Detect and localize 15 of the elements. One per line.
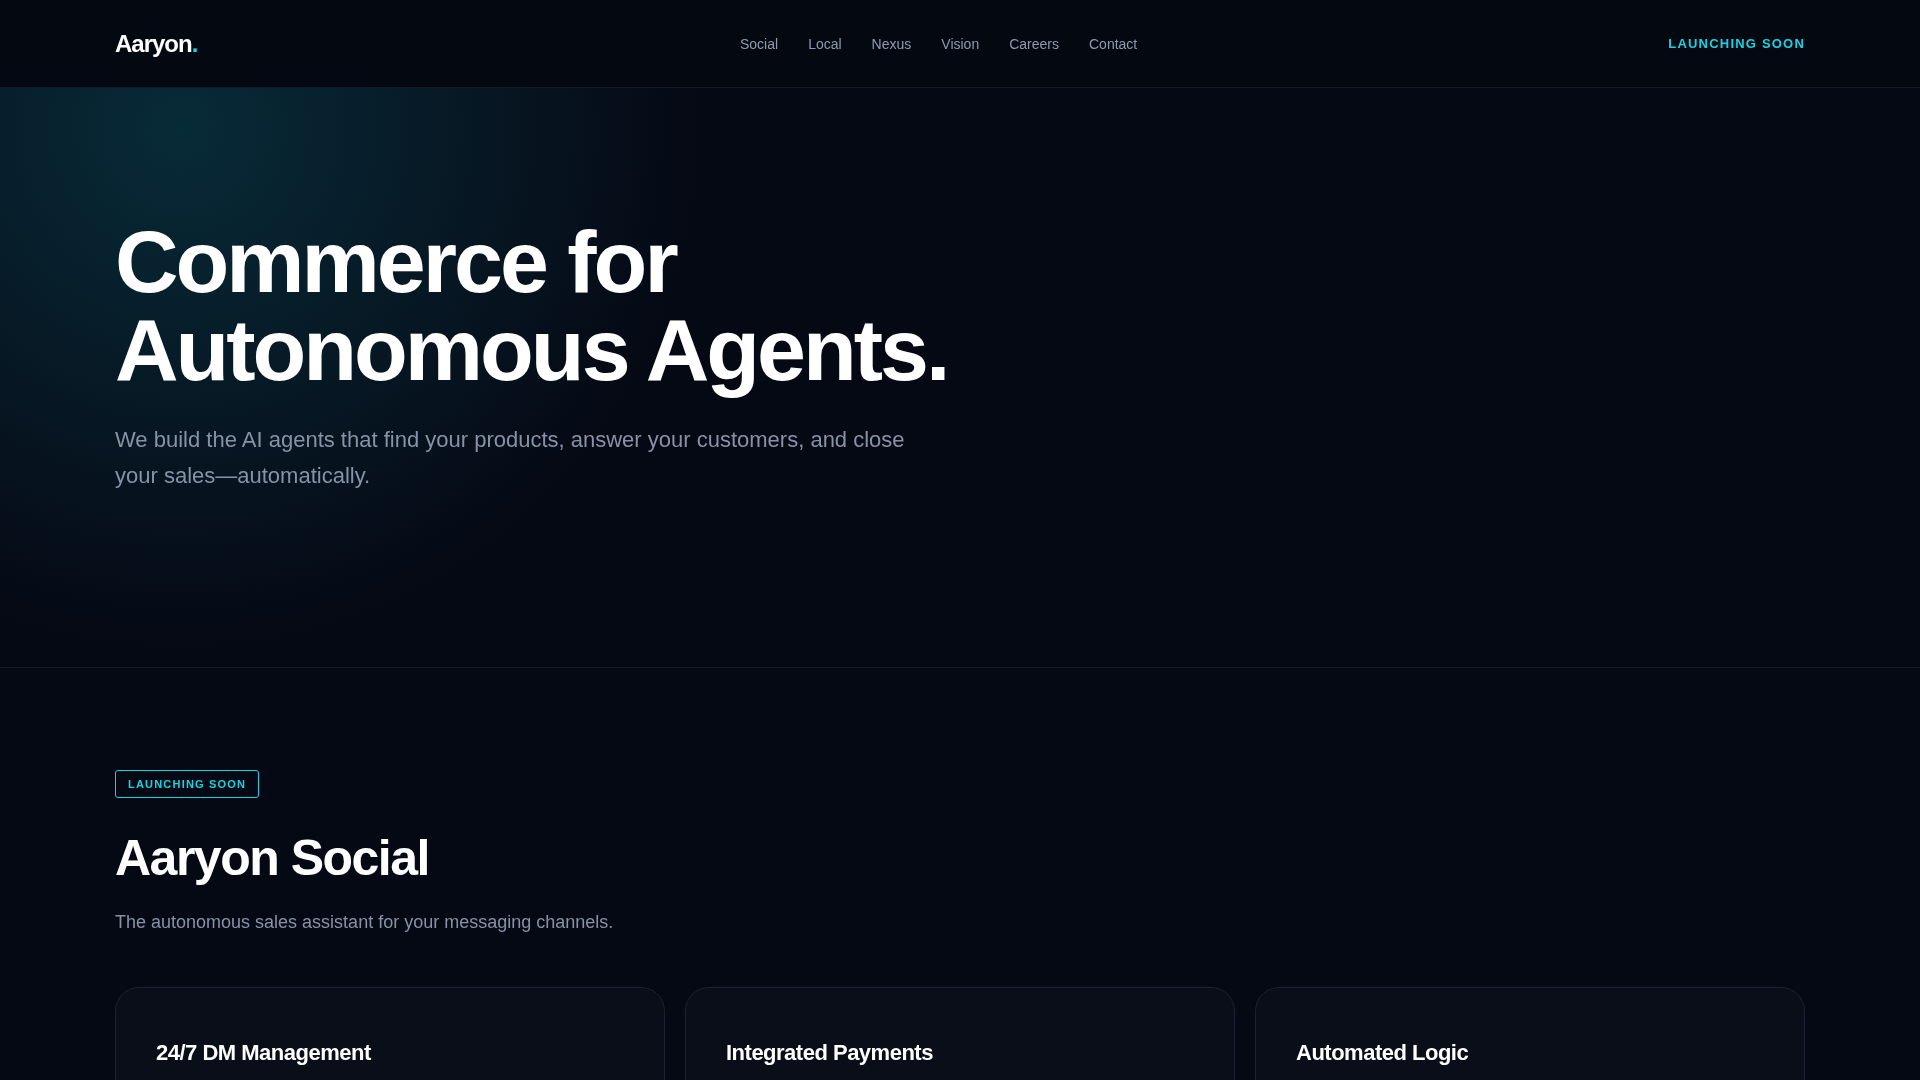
feature-title: Integrated Payments bbox=[726, 1040, 934, 1066]
nav-link[interactable]: Nexus bbox=[871, 35, 912, 52]
nav-link[interactable]: Careers bbox=[1009, 35, 1059, 52]
feature-title: 24/7 DM Management bbox=[156, 1040, 372, 1066]
nav-link[interactable]: Local bbox=[808, 35, 842, 52]
nav-link[interactable]: Contact bbox=[1089, 35, 1138, 52]
feature-title: Automated Logic bbox=[1296, 1040, 1470, 1066]
status-badge: LAUNCHING SOON bbox=[115, 770, 260, 798]
nav-link[interactable]: Vision bbox=[941, 35, 980, 52]
hero-subtitle: We build the AI agents that find your products, answer your customers, and close your sales—automatically. bbox=[115, 426, 906, 490]
product-title: Aaryon Social bbox=[115, 829, 430, 888]
nav-link[interactable]: Social bbox=[740, 35, 779, 52]
launching-soon-button[interactable]: LAUNCHING SOON bbox=[1668, 36, 1805, 51]
product-description: The autonomous sales assistant for your messaging channels. bbox=[115, 912, 615, 933]
logo[interactable]: Aaryon. bbox=[115, 29, 198, 58]
